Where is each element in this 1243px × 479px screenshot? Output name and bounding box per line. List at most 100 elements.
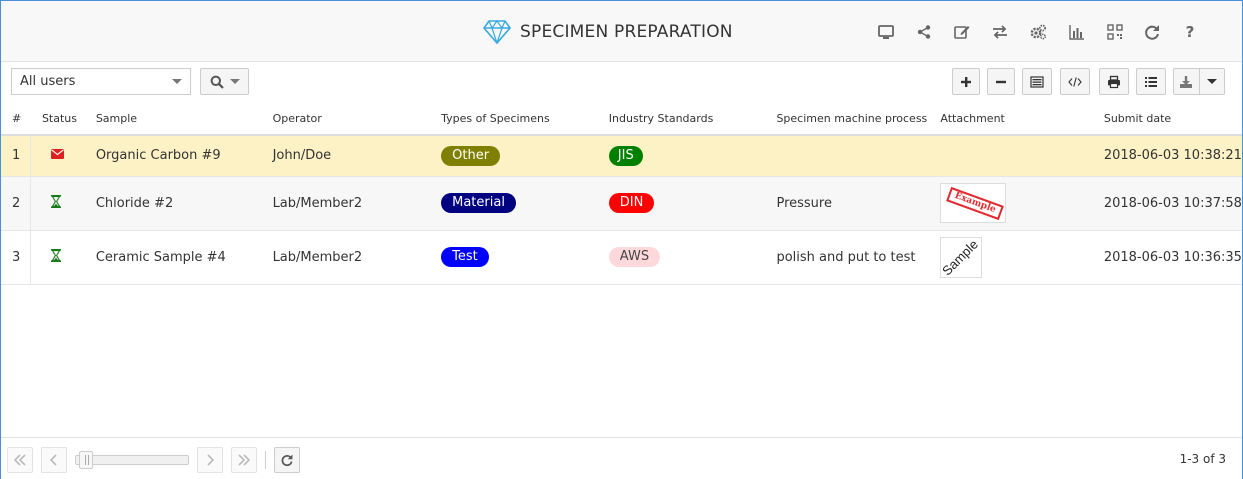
type-cell: Material [441,176,609,231]
title-area: SPECIMEN PREPARATION [483,19,733,45]
minus-icon [996,80,1006,83]
next-page-button[interactable] [197,447,223,473]
standard-cell: DIN [608,176,777,231]
search-icon [210,75,224,89]
attachment-cell: Sample [940,230,1104,285]
page-title: SPECIMEN PREPARATION [520,22,733,42]
help-icon[interactable]: ? [1178,21,1202,43]
gears-icon[interactable] [1026,21,1050,43]
column-header-operator[interactable]: Operator [272,102,442,136]
attachment-cell: Example [940,176,1104,231]
process-cell: Pressure [776,176,941,231]
code-button[interactable] [1060,68,1090,95]
status-cell [30,135,96,177]
column-header-status[interactable]: Status [30,102,96,136]
print-icon [1108,75,1120,88]
standard-badge: JIS [608,145,643,166]
question-mark: ? [1185,23,1195,41]
standard-cell: AWS [608,230,777,285]
chevron-left-icon [49,454,57,466]
columns-button[interactable] [1022,68,1052,95]
table-row[interactable]: 1 Organic Carbon #9 John/Doe Other JIS 2… [1,135,1242,177]
row-number: 2 [1,176,32,231]
column-header-attachment[interactable]: Attachment [940,102,1104,136]
column-header-types[interactable]: Types of Specimens [441,102,609,136]
export-download[interactable] [1174,69,1199,94]
user-filter-value: All users [20,74,76,89]
hourglass-icon [51,194,62,208]
code-icon [1068,76,1082,87]
submit-date-cell: 2018-06-03 10:37:58 [1103,176,1242,231]
type-badge: Other [441,145,501,166]
column-header-standards[interactable]: Industry Standards [608,102,777,136]
app-window: SPECIMEN PREPARATION ? All users # Statu… [0,0,1243,479]
attachment-thumbnail[interactable]: Sample [940,236,983,278]
page-info: 1-3 of 3 [1179,452,1226,466]
operator-cell: John/Doe [272,135,442,177]
table-header-row: # Status Sample Operator Types of Specim… [1,102,1242,136]
header-bar: SPECIMEN PREPARATION ? [1,1,1242,62]
edit-icon[interactable] [950,21,974,43]
standard-badge: AWS [608,247,661,267]
first-page-button[interactable] [7,447,33,473]
column-header-submit-date[interactable]: Submit date [1103,102,1242,136]
remove-row-button[interactable] [987,68,1015,95]
page-slider[interactable] [75,451,189,469]
prev-page-button[interactable] [41,447,67,473]
process-cell [776,135,941,177]
column-header-process[interactable]: Specimen machine process [776,102,941,136]
qr-code-icon[interactable] [1103,21,1127,43]
plus-icon [961,76,971,87]
attachment-thumbnail[interactable]: Example [940,183,1007,223]
transfer-icon[interactable] [988,21,1012,43]
operator-cell: Lab/Member2 [272,176,442,231]
export-button[interactable] [1173,68,1225,95]
user-filter-select[interactable]: All users [11,68,191,95]
chevron-down-icon [172,79,182,84]
refresh-icon [281,454,293,467]
double-chevron-right-icon [238,454,251,466]
pager-divider [265,451,266,469]
row-number: 3 [1,230,32,285]
chevron-down-icon [1206,79,1217,84]
refresh-icon[interactable] [1140,21,1164,43]
sample-image-text: Sample [940,236,982,278]
column-header-sample[interactable]: Sample [95,102,273,136]
sample-cell: Chloride #2 [95,176,273,231]
add-row-button[interactable] [952,68,980,95]
attachment-cell [940,135,1104,177]
example-stamp-image: Example [946,186,1005,221]
share-icon[interactable] [912,21,936,43]
sample-cell: Ceramic Sample #4 [95,230,273,285]
print-button[interactable] [1099,68,1129,95]
last-page-button[interactable] [231,447,257,473]
envelope-icon [51,149,65,160]
pager-bar: 1-3 of 3 [1,437,1242,479]
double-chevron-left-icon [13,454,26,466]
diamond-icon [483,20,511,44]
row-number: 1 [1,135,32,177]
process-cell: polish and put to test [776,230,941,285]
submit-date-cell: 2018-06-03 10:38:21 [1103,135,1242,177]
type-cell: Test [441,230,609,285]
export-menu-toggle[interactable] [1198,69,1224,94]
list-view-button[interactable] [1136,68,1166,95]
column-header-num[interactable]: # [1,102,31,136]
status-cell [30,230,96,285]
sample-cell: Organic Carbon #9 [95,135,273,177]
desktop-icon[interactable] [874,21,898,43]
bar-chart-icon[interactable] [1065,21,1089,43]
table-row[interactable]: 2 Chloride #2 Lab/Member2 Material DIN P… [1,176,1242,231]
table-row[interactable]: 3 Ceramic Sample #4 Lab/Member2 Test AWS… [1,230,1242,285]
operator-cell: Lab/Member2 [272,230,442,285]
slider-handle[interactable] [79,451,93,469]
type-badge: Test [441,247,489,267]
submit-date-cell: 2018-06-03 10:36:35 [1103,230,1242,285]
hourglass-icon [51,248,62,262]
type-cell: Other [441,135,609,177]
list-icon [1145,76,1157,87]
standard-cell: JIS [608,135,777,177]
search-button[interactable] [200,68,249,95]
reload-button[interactable] [274,447,300,473]
standard-badge: DIN [608,193,655,213]
